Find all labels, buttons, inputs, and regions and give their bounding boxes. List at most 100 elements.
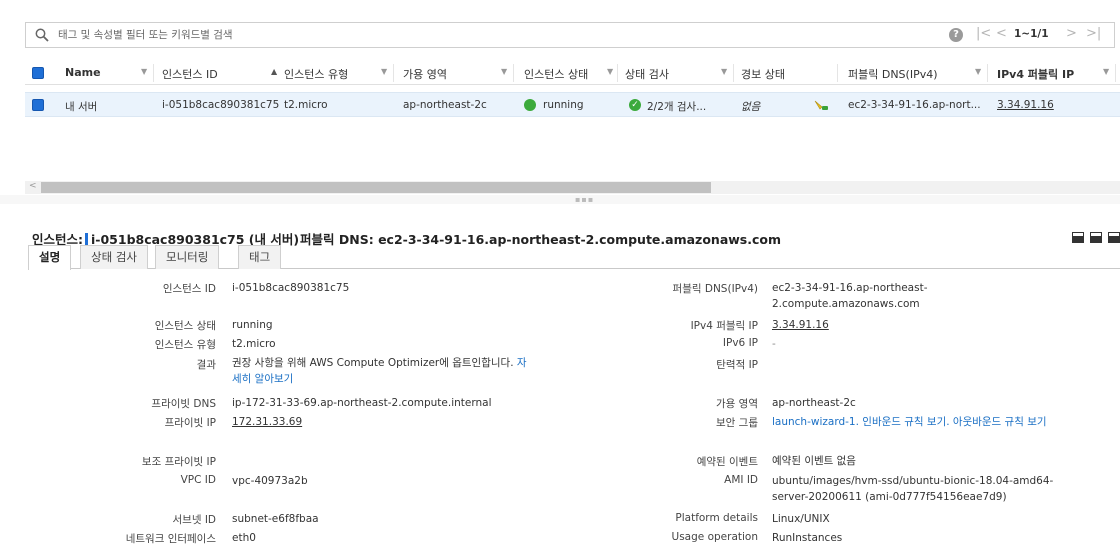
column-header-name[interactable]: Name xyxy=(65,66,101,79)
cell-public-dns: ec2-3-34-91-16.ap-nort... xyxy=(848,99,981,111)
search-bar: ? |< < 1~1/1 > >| xyxy=(25,22,1115,48)
value-ipv6: - xyxy=(772,338,776,350)
value-vpc-id-link[interactable]: vpc-40973a2b xyxy=(232,473,308,489)
cell-public-ip-link[interactable]: 3.34.91.16 xyxy=(997,99,1054,111)
label-instance-id: 인스턴스 ID xyxy=(162,283,216,295)
splitter-grip-icon[interactable]: ▪▪▪ xyxy=(575,195,594,204)
column-header-public-ip[interactable]: IPv4 퍼블릭 IP xyxy=(997,66,1074,82)
sort-icon[interactable]: ▼ xyxy=(141,67,147,76)
label-security-group: 보안 그룹 xyxy=(716,417,758,429)
column-divider[interactable] xyxy=(987,64,988,82)
sort-icon[interactable]: ▼ xyxy=(501,67,507,76)
cell-alarm-status: 없음 xyxy=(741,101,761,113)
cell-name: 내 서버 xyxy=(65,101,98,113)
inbound-rules-link[interactable]: 인바운드 규칙 보기. xyxy=(862,416,949,428)
scroll-left-icon[interactable]: < xyxy=(29,181,37,191)
cell-status-check: 2/2개 검사... xyxy=(647,101,707,113)
column-divider[interactable] xyxy=(513,64,514,82)
last-page-button[interactable]: >| xyxy=(1086,26,1101,41)
column-header-status-check[interactable]: 상태 검사 xyxy=(625,66,669,82)
sort-icon[interactable]: ▼ xyxy=(1103,67,1109,76)
sort-icon[interactable]: ▼ xyxy=(975,67,981,76)
select-all-checkbox[interactable] xyxy=(32,67,44,79)
column-divider[interactable] xyxy=(733,64,734,82)
cell-instance-type: t2.micro xyxy=(284,99,328,111)
label-scheduled-events: 예약된 이벤트 xyxy=(696,456,758,468)
label-public-ip: IPv4 퍼블릭 IP xyxy=(690,320,758,332)
detail-tabs: 설명 상태 검사 모니터링 태그 xyxy=(28,243,1120,270)
sort-asc-icon[interactable]: ▲ xyxy=(271,67,277,76)
alarm-bell-icon[interactable] xyxy=(813,98,829,112)
cell-availability-zone: ap-northeast-2c xyxy=(403,99,487,111)
value-subnet-id-link[interactable]: subnet-e6f8fbaa xyxy=(232,511,319,527)
horizontal-scrollbar[interactable]: < xyxy=(25,181,1120,194)
column-divider[interactable] xyxy=(617,64,618,82)
label-subnet-id: 서브넷 ID xyxy=(172,514,217,526)
label-public-dns: 퍼블릭 DNS(IPv4) xyxy=(672,283,758,295)
label-secondary-private-ip: 보조 프라이빗 IP xyxy=(141,456,216,468)
tab-tags[interactable]: 태그 xyxy=(238,245,282,269)
value-ami-id-link[interactable]: ubuntu/images/hvm-ssd/ubuntu-bionic-18.0… xyxy=(772,473,1062,505)
security-group-link[interactable]: launch-wizard-1. xyxy=(772,416,859,428)
sort-icon[interactable]: ▼ xyxy=(721,67,727,76)
help-icon[interactable]: ? xyxy=(949,28,963,42)
label-private-dns: 프라이빗 DNS xyxy=(151,398,216,410)
column-header-instance-type[interactable]: 인스턴스 유형 xyxy=(284,66,348,82)
value-usage-operation: RunInstances xyxy=(772,532,843,544)
column-header-alarm-status[interactable]: 경보 상태 xyxy=(741,66,785,82)
outbound-rules-link[interactable]: 아웃바운드 규칙 보기 xyxy=(953,416,1047,428)
column-divider[interactable] xyxy=(153,64,154,82)
label-private-ip: 프라이빗 IP xyxy=(164,417,216,429)
value-private-ip-link[interactable]: 172.31.33.69 xyxy=(232,414,302,430)
value-instance-type: t2.micro xyxy=(232,338,276,350)
first-page-button[interactable]: |< xyxy=(976,26,991,41)
page-range: 1~1/1 xyxy=(1014,28,1049,40)
scrollbar-thumb[interactable] xyxy=(41,182,711,193)
instance-detail-panel: 인스턴스: i-051b8cac890381c75 (내 서버) 퍼블릭 DNS:… xyxy=(0,204,1120,554)
tab-status-checks[interactable]: 상태 검사 xyxy=(80,245,148,269)
column-header-availability-zone[interactable]: 가용 영역 xyxy=(403,66,447,82)
panel-splitter[interactable]: ▪▪▪ xyxy=(0,195,1120,204)
label-ami-id: AMI ID xyxy=(724,474,758,486)
running-status-icon xyxy=(524,99,536,111)
search-icon xyxy=(35,28,49,42)
column-divider[interactable] xyxy=(393,64,394,82)
label-instance-state: 인스턴스 상태 xyxy=(154,320,216,332)
layout-bottom-icon[interactable] xyxy=(1072,232,1084,243)
layout-maximize-icon[interactable] xyxy=(1108,232,1120,243)
prev-page-button[interactable]: < xyxy=(996,26,1007,41)
cell-instance-id: i-051b8cac890381c75 xyxy=(162,99,280,111)
value-finding: 권장 사항을 위해 AWS Compute Optimizer에 옵트인합니다.… xyxy=(232,355,532,387)
instance-list-panel: ? |< < 1~1/1 > >| Name ▼ 인스턴스 ID ▲ 인스턴스 … xyxy=(0,0,1120,202)
next-page-button[interactable]: > xyxy=(1066,26,1077,41)
label-instance-type: 인스턴스 유형 xyxy=(154,339,216,351)
column-header-public-dns[interactable]: 퍼블릭 DNS(IPv4) xyxy=(848,66,938,82)
search-input[interactable] xyxy=(56,25,756,45)
column-header-instance-id[interactable]: 인스턴스 ID xyxy=(162,66,218,82)
value-security-group: launch-wizard-1. 인바운드 규칙 보기. 아웃바운드 규칙 보기 xyxy=(772,414,1072,430)
label-platform-details: Platform details xyxy=(675,512,758,524)
tab-description[interactable]: 설명 xyxy=(28,245,72,270)
row-checkbox[interactable] xyxy=(32,99,44,111)
label-ipv6: IPv6 IP xyxy=(722,337,758,349)
value-private-dns: ip-172-31-33-69.ap-northeast-2.compute.i… xyxy=(232,397,492,409)
cell-instance-state: running xyxy=(543,99,584,111)
value-platform-details: Linux/UNIX xyxy=(772,513,830,525)
value-public-dns: ec2-3-34-91-16.ap-northeast-2.compute.am… xyxy=(772,282,928,310)
sort-icon[interactable]: ▼ xyxy=(607,67,613,76)
column-header-instance-state[interactable]: 인스턴스 상태 xyxy=(524,66,588,82)
value-scheduled-events-link[interactable]: 예약된 이벤트 없음 xyxy=(772,453,856,469)
column-divider[interactable] xyxy=(837,64,838,82)
sort-icon[interactable]: ▼ xyxy=(381,67,387,76)
layout-top-icon[interactable] xyxy=(1090,232,1102,243)
column-divider[interactable] xyxy=(1115,64,1116,82)
value-public-ip-link[interactable]: 3.34.91.16 xyxy=(772,317,829,333)
table-row[interactable]: 내 서버 i-051b8cac890381c75 t2.micro ap-nor… xyxy=(25,92,1120,117)
table-header: Name ▼ 인스턴스 ID ▲ 인스턴스 유형 ▼ 가용 영역 ▼ 인스턴스 … xyxy=(25,61,1120,85)
label-network-interface: 네트워크 인터페이스 xyxy=(125,533,216,545)
value-instance-id: i-051b8cac890381c75 xyxy=(232,282,350,294)
label-elastic-ip: 탄력적 IP xyxy=(716,359,758,371)
check-circle-icon: ✓ xyxy=(629,99,641,111)
tab-monitoring[interactable]: 모니터링 xyxy=(155,245,220,269)
value-network-interface-link[interactable]: eth0 xyxy=(232,530,256,546)
